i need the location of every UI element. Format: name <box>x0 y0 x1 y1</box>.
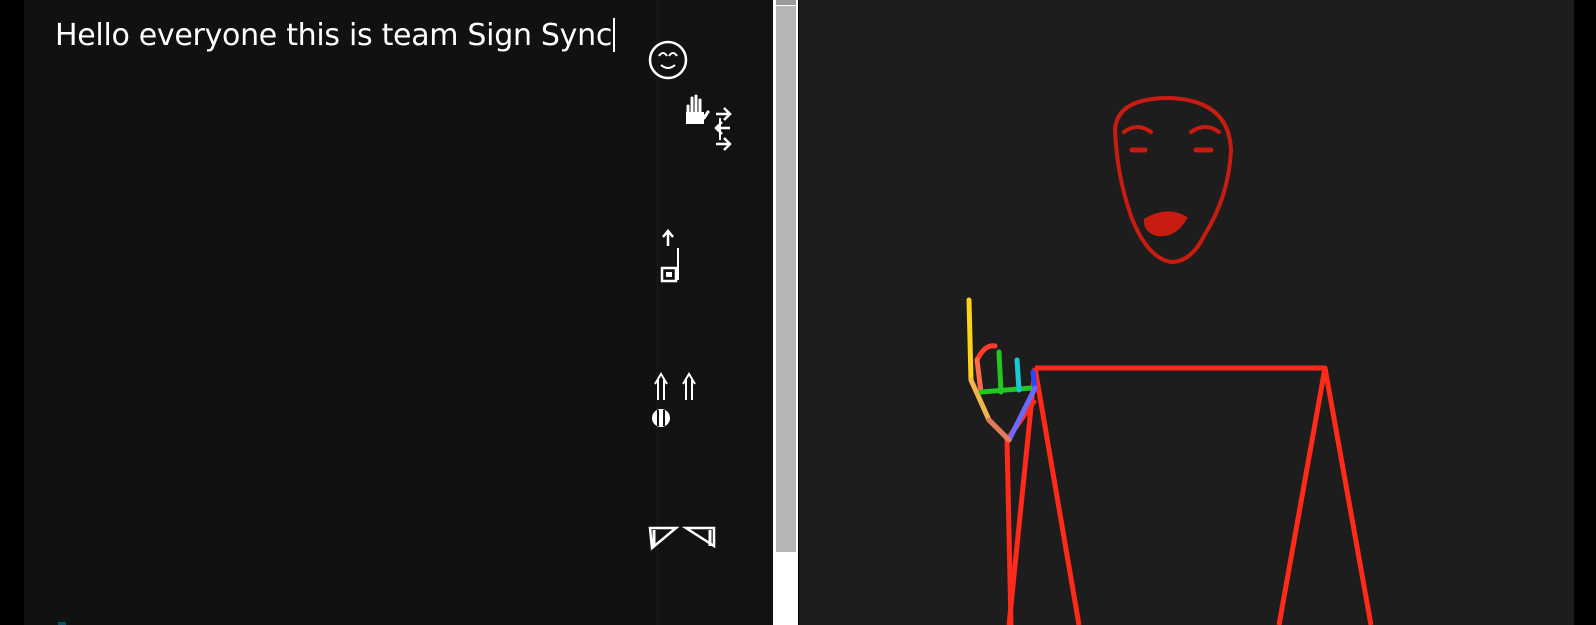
text-input[interactable]: Hello everyone this is team Sign Sync <box>55 16 616 56</box>
text-panel[interactable]: Hello everyone this is team Sign Sync <box>24 0 657 625</box>
avatar-body <box>1006 365 1374 625</box>
stick-figure-avatar-icon <box>966 95 1374 625</box>
scroll-up-arrow[interactable] <box>776 0 796 5</box>
face-circle-icon <box>648 40 688 80</box>
avatar-hand <box>966 297 1038 443</box>
vertical-scrollbar[interactable] <box>773 0 798 625</box>
input-text: Hello everyone this is team Sign Sync <box>55 18 613 53</box>
signwriting-column <box>648 0 774 625</box>
right-border <box>1574 0 1596 625</box>
square-arrow-up-icon <box>660 229 679 283</box>
sign-sync-app: Hello everyone this is team Sign Sync <box>0 0 1596 625</box>
hand-arrows-icon <box>686 94 732 151</box>
double-up-arrows-icon <box>652 372 696 427</box>
scroll-thumb[interactable] <box>776 6 796 552</box>
avatar-panel <box>799 0 1574 625</box>
avatar-face <box>1112 95 1234 265</box>
text-caret <box>613 18 616 52</box>
triangle-pair-icon <box>648 526 716 551</box>
